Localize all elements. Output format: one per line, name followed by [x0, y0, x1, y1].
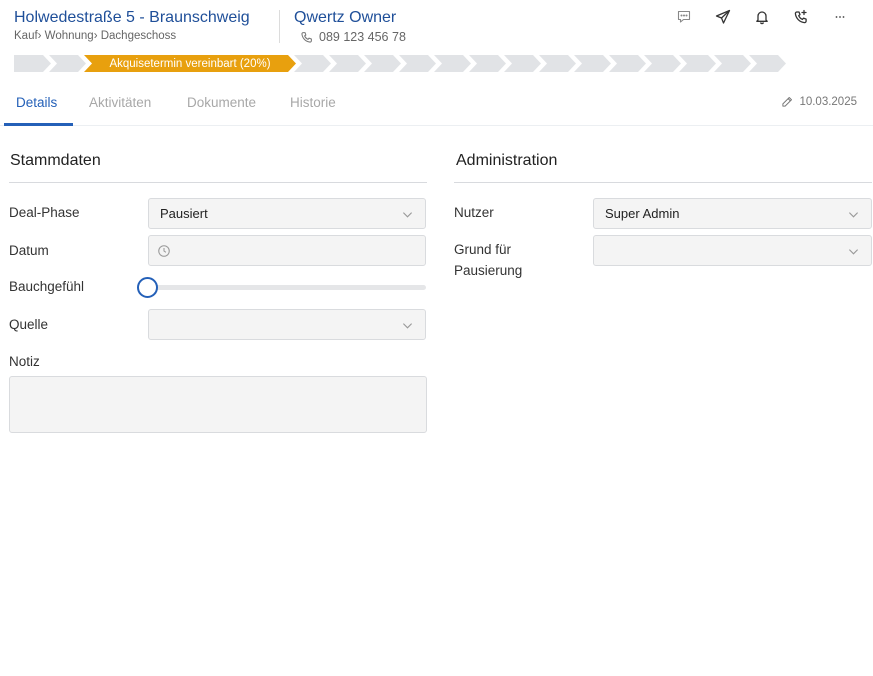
contact-phone-number: 089 123 456 78	[319, 30, 406, 44]
call-forward-button[interactable]	[781, 6, 820, 28]
clock-icon	[158, 244, 170, 257]
notifications-button[interactable]	[742, 6, 781, 28]
grund-pausierung-label: Grund für Pausierung	[454, 242, 523, 278]
more-icon	[835, 16, 844, 18]
header-actions	[664, 6, 859, 28]
tab-historie[interactable]: Historie	[290, 95, 336, 110]
notiz-textarea[interactable]	[9, 376, 427, 433]
pipeline-stage[interactable]	[469, 55, 506, 72]
administration-title: Administration	[456, 152, 558, 169]
chevron-down-icon	[402, 212, 413, 218]
pipeline-stage[interactable]	[399, 55, 436, 72]
breadcrumb: Kauf› Wohnung› Dachgeschoss	[14, 30, 177, 42]
administration-divider	[454, 182, 872, 183]
tab-aktivitaeten[interactable]: Aktivitäten	[89, 95, 151, 110]
pipeline-stage-active[interactable]: Akquisetermin vereinbart (20%)	[84, 55, 296, 72]
grund-pausierung-select[interactable]	[593, 235, 872, 266]
header-divider	[279, 10, 280, 43]
deal-header: Holwedestraße 5 - Braunschweig Kauf› Woh…	[0, 0, 873, 50]
chat-button[interactable]	[664, 6, 703, 28]
phone-forward-icon	[794, 9, 807, 24]
bauchgefuehl-slider-thumb[interactable]	[137, 277, 158, 298]
stammdaten-title: Stammdaten	[10, 152, 101, 169]
bell-icon	[755, 11, 768, 25]
chat-icon	[677, 10, 690, 23]
more-button[interactable]	[820, 6, 859, 28]
active-tab-indicator	[4, 123, 73, 126]
stammdaten-divider	[9, 182, 427, 183]
pipeline-stage[interactable]	[14, 55, 51, 72]
nutzer-label: Nutzer	[454, 205, 494, 220]
contact-name[interactable]: Qwertz Owner	[294, 9, 396, 27]
deal-phase-value: Pausiert	[160, 206, 208, 221]
bauchgefuehl-slider-track[interactable]	[148, 285, 426, 290]
tab-dokumente[interactable]: Dokumente	[187, 95, 256, 110]
notiz-label: Notiz	[9, 354, 40, 369]
datum-label: Datum	[9, 243, 49, 258]
bauchgefuehl-label: Bauchgefühl	[9, 279, 85, 294]
deal-phase-select[interactable]: Pausiert	[148, 198, 426, 229]
quelle-label: Quelle	[9, 317, 49, 332]
pipeline-stage[interactable]	[49, 55, 86, 72]
pipeline-stage[interactable]	[329, 55, 366, 72]
pipeline-stage[interactable]	[714, 55, 751, 72]
deal-phase-label: Deal-Phase	[9, 205, 80, 220]
contact-phone[interactable]: 089 123 456 78	[300, 30, 406, 44]
pipeline-stage[interactable]	[504, 55, 541, 72]
nutzer-value: Super Admin	[605, 206, 680, 221]
pipeline-stage[interactable]	[644, 55, 681, 72]
pipeline-stage[interactable]	[749, 55, 786, 72]
property-title[interactable]: Holwedestraße 5 - Braunschweig	[14, 9, 250, 27]
datum-input[interactable]	[148, 235, 426, 266]
pipeline-stage[interactable]	[294, 55, 331, 72]
pipeline-stage[interactable]	[364, 55, 401, 72]
pipeline-stage[interactable]	[434, 55, 471, 72]
pipeline-stages: Akquisetermin vereinbart (20%)	[14, 55, 664, 72]
chevron-down-icon	[402, 323, 413, 329]
pipeline-stage[interactable]	[679, 55, 716, 72]
tab-details[interactable]: Details	[16, 95, 57, 110]
quelle-select[interactable]	[148, 309, 426, 340]
nutzer-select[interactable]: Super Admin	[593, 198, 872, 229]
send-icon	[715, 9, 730, 24]
pipeline-stage[interactable]	[574, 55, 611, 72]
pipeline-stage[interactable]	[609, 55, 646, 72]
edit-date-value: 10.03.2025	[799, 96, 857, 108]
chevron-down-icon	[848, 249, 859, 255]
edit-date[interactable]: 10.03.2025	[781, 96, 857, 108]
chevron-down-icon	[848, 212, 859, 218]
phone-icon	[301, 31, 312, 43]
tab-bar: Details Aktivitäten Dokumente Historie 1…	[0, 86, 873, 126]
send-button[interactable]	[703, 6, 742, 28]
pencil-icon	[782, 97, 793, 107]
pipeline-stage[interactable]	[539, 55, 576, 72]
